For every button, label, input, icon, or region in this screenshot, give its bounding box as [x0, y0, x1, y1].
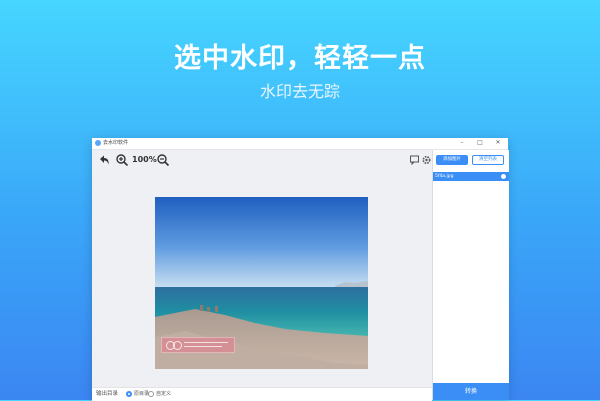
file-panel: 添加图片 清空列表 5f4a.jpg 转换: [432, 150, 509, 400]
zoom-out-icon[interactable]: [156, 153, 170, 167]
zoom-in-icon[interactable]: [115, 153, 129, 167]
output-bar: 输出目录 原目录 自定义: [92, 387, 432, 401]
hero-title: 选中水印，轻轻一点: [174, 43, 426, 74]
watermark-overlay[interactable]: [161, 337, 235, 353]
zoom-level-label: 100%: [132, 155, 157, 164]
watermark-line: [184, 342, 228, 343]
maximize-button[interactable]: □: [476, 138, 484, 148]
window-controls: – □ ✕: [458, 138, 502, 148]
radio-original-label: 原目录: [134, 391, 150, 397]
clear-list-button[interactable]: 清空列表: [472, 155, 504, 165]
close-button[interactable]: ✕: [494, 138, 502, 148]
watermark-mark: [173, 341, 182, 350]
radio-custom-dir[interactable]: [148, 391, 154, 397]
file-name: 5f4a.jpg: [435, 174, 454, 179]
add-image-button[interactable]: 添加图片: [436, 155, 468, 165]
app-window: 去水印软件 – □ ✕ 100% 输出目录 原目录 自定义 添加图片 清空列表 …: [92, 138, 509, 401]
output-dir-label: 输出目录: [96, 391, 119, 397]
file-list-item[interactable]: 5f4a.jpg: [433, 172, 509, 181]
photo-canvas[interactable]: [155, 197, 368, 369]
convert-button[interactable]: 转换: [433, 383, 509, 400]
hero-subtitle: 水印去无踪: [259, 82, 340, 101]
app-logo-icon: [95, 140, 101, 146]
watermark-line: [184, 346, 222, 347]
radio-original-dir[interactable]: [126, 391, 132, 397]
window-title: 去水印软件: [103, 140, 129, 146]
radio-custom-label: 自定义: [156, 391, 172, 397]
remove-file-icon[interactable]: [501, 174, 506, 179]
minimize-button[interactable]: –: [458, 138, 466, 148]
editor-area: 100%: [92, 150, 432, 387]
editor-toolbar: 100%: [92, 150, 432, 170]
title-bar: 去水印软件 – □ ✕: [92, 138, 508, 150]
undo-icon[interactable]: [97, 153, 111, 167]
